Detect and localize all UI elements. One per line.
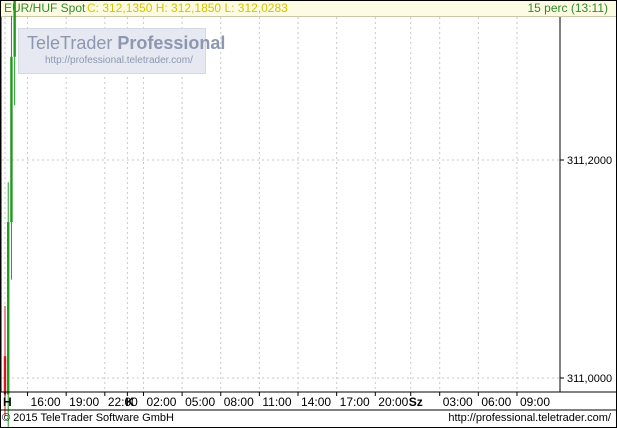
footer-link[interactable]: http://professional.teletrader.com/ <box>448 412 611 424</box>
candle-body-down <box>3 356 7 395</box>
price-tick-label: 311,2000 <box>567 155 612 167</box>
watermark-url: http://professional.teletrader.com/ <box>45 55 193 66</box>
time-tick-label: 02:00 <box>146 395 176 409</box>
time-tick-label: 16:00 <box>31 395 61 409</box>
candle-body-up <box>10 56 13 223</box>
price-tick-label: 311,0000 <box>567 373 612 385</box>
candle-body-up <box>7 222 10 395</box>
time-tick-label: H <box>3 395 12 409</box>
time-tick-label: 08:00 <box>224 395 254 409</box>
time-axis: H 16:00 19:00 22:00K 02:00 05:00 08:00 11:00 14:… <box>3 392 550 409</box>
time-tick-label: 14:00 <box>301 395 331 409</box>
copyright-text: © 2015 TeleTrader Software GmbH <box>2 412 174 424</box>
teletrader-watermark: TeleTrader Professional http://professio… <box>18 28 225 74</box>
price-axis: 311,0000311,2000311,4000311,6000311,8000… <box>560 155 612 385</box>
time-tick-label: 20:00 <box>378 395 408 409</box>
time-tick-label: 09:00 <box>520 395 550 409</box>
time-tick-label: 06:00 <box>481 395 511 409</box>
time-tick-label: 11:00 <box>262 395 291 409</box>
time-tick-label: 05:00 <box>185 395 215 409</box>
time-tick-label: 03:00 <box>443 395 473 409</box>
candle-body-up <box>13 0 16 57</box>
time-tick-label: 17:00 <box>340 395 370 409</box>
time-tick-label: K <box>125 395 134 409</box>
time-tick-label: 19:00 <box>69 395 99 409</box>
chart-window: EUR/HUF Spot C: 312,1350 H: 312,1850 L: … <box>0 0 617 428</box>
time-tick-label: Sz <box>409 395 423 409</box>
watermark-brand: TeleTrader Professional <box>27 33 226 53</box>
